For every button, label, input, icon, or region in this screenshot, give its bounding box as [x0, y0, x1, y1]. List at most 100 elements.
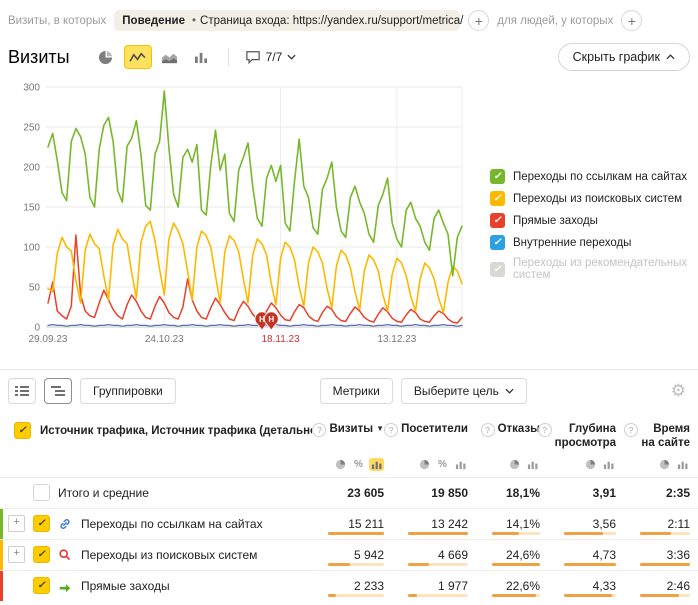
legend-checkbox[interactable]: ✓	[490, 213, 505, 228]
row-checkbox[interactable]: ✓	[33, 577, 50, 594]
table-row-search[interactable]: + ✓ Переходы из поисковых систем 5 942 4…	[0, 539, 698, 570]
segment-chip-category: Поведение	[122, 15, 185, 27]
legend-checkbox[interactable]: ✓	[490, 191, 505, 206]
expand-row-button[interactable]: +	[8, 515, 25, 532]
legend-checkbox[interactable]: ✓	[490, 235, 505, 250]
question-icon[interactable]: ?	[384, 423, 398, 437]
series-line[interactable]	[48, 221, 462, 312]
percent-display-icon[interactable]: %	[435, 458, 450, 471]
groupings-button[interactable]: Группировки	[80, 378, 176, 404]
row-color-stripe	[0, 515, 3, 532]
bars-display-icon[interactable]	[369, 458, 384, 471]
pie-display-icon[interactable]	[657, 458, 672, 471]
chart-type-pie-button[interactable]	[92, 45, 120, 69]
chevron-down-icon	[505, 388, 514, 394]
chart-header: Визиты 7/7 Скрыть график	[0, 35, 698, 73]
legend-item-recommendations[interactable]: ✓ Переходы из рекомендательных систем	[490, 257, 694, 281]
metric-cell: 2:46	[624, 571, 698, 601]
y-tick-label: 0	[34, 323, 40, 334]
metric-cell: 18,1%	[476, 478, 548, 508]
plus-icon: +	[475, 13, 483, 29]
visits-chart-svg[interactable]: 05010015020025030029.09.2324.10.2318.11.…	[6, 77, 476, 349]
y-tick-label: 300	[23, 83, 40, 94]
stacked-area-icon	[161, 51, 178, 64]
segment-chip-separator: •	[192, 15, 196, 27]
expand-row-button[interactable]: +	[8, 546, 25, 563]
question-icon[interactable]: ?	[312, 423, 326, 437]
plus-icon: +	[628, 13, 636, 29]
row-checkbox[interactable]	[33, 484, 50, 501]
metrica-report-page: Визиты, в которых Поведение • Страница в…	[0, 0, 698, 601]
table-row-direct[interactable]: ✓ Прямые заходы 2 233 1 977 22,6% 4,33 2…	[0, 570, 698, 601]
x-tick-label: 29.09.23	[29, 334, 68, 345]
question-icon[interactable]: ?	[538, 423, 552, 437]
pie-display-icon[interactable]	[333, 458, 348, 471]
y-tick-label: 200	[23, 163, 40, 174]
tree-view-icon	[51, 385, 65, 397]
x-tick-label: 13.12.23	[377, 334, 416, 345]
select-all-checkbox[interactable]: ✓	[14, 422, 31, 439]
column-header-visits[interactable]: ? Визиты ▼	[312, 422, 392, 437]
column-header-visitors[interactable]: ? Посетители	[392, 422, 476, 437]
y-tick-label: 50	[29, 283, 41, 294]
segmentation-bar: Визиты, в которых Поведение • Страница в…	[0, 0, 698, 35]
bars-display-icon[interactable]	[525, 458, 540, 471]
legend-checkbox[interactable]: ✓	[490, 169, 505, 184]
legend-item-links[interactable]: ✓ Переходы по ссылкам на сайтах	[490, 169, 694, 184]
question-icon[interactable]: ?	[624, 423, 638, 437]
list-view-button[interactable]	[8, 378, 36, 404]
legend-item-direct[interactable]: ✓ Прямые заходы	[490, 213, 694, 228]
row-color-stripe	[0, 577, 3, 594]
column-header-time[interactable]: ? Время на сайте	[624, 422, 698, 451]
metric-cell: 3:36	[624, 540, 698, 570]
metric-cell: 22,6%	[476, 571, 548, 601]
metric-cell: 19 850	[392, 478, 476, 508]
chart-type-columns-button[interactable]	[188, 45, 216, 69]
svg-text:Н: Н	[268, 315, 274, 324]
column-header-depth[interactable]: ? Глубина просмотра	[548, 422, 624, 451]
table-header: ✓ Источник трафика, Источник трафика (де…	[0, 412, 698, 451]
metric-cell: 23 605	[312, 478, 392, 508]
row-checkbox[interactable]: ✓	[33, 515, 50, 532]
y-tick-label: 100	[23, 243, 40, 254]
metric-cell: 4,73	[548, 540, 624, 570]
goal-select-button[interactable]: Выберите цель	[401, 378, 527, 404]
pie-display-icon[interactable]	[417, 458, 432, 471]
row-checkbox[interactable]: ✓	[33, 546, 50, 563]
metric-cell: 5 942	[312, 540, 392, 570]
comment-bubble-icon	[245, 50, 261, 64]
bars-display-icon[interactable]	[675, 458, 690, 471]
question-icon[interactable]: ?	[481, 423, 495, 437]
pie-display-icon[interactable]	[507, 458, 522, 471]
pie-display-icon[interactable]	[583, 458, 598, 471]
bars-display-icon[interactable]	[453, 458, 468, 471]
bars-display-icon[interactable]	[601, 458, 616, 471]
tree-view-button[interactable]	[44, 378, 72, 404]
chart-type-line-button[interactable]	[124, 45, 152, 69]
row-color-stripe	[0, 546, 3, 563]
segment-chip[interactable]: Поведение • Страница входа: https://yand…	[114, 10, 460, 31]
series-line[interactable]	[48, 325, 462, 327]
hide-chart-button[interactable]: Скрыть график	[558, 43, 690, 71]
metric-cell: 13 242	[392, 509, 476, 539]
sort-desc-icon: ▼	[376, 424, 384, 434]
table-row-totals[interactable]: Итого и средние 23 605 19 850 18,1% 3,91…	[0, 477, 698, 508]
legend-item-internal[interactable]: ✓ Внутренние переходы	[490, 235, 694, 250]
comments-button[interactable]: 7/7	[241, 48, 301, 66]
comments-count: 7/7	[266, 50, 283, 64]
add-visit-condition-button[interactable]: +	[468, 10, 489, 31]
metrics-button[interactable]: Метрики	[320, 378, 393, 404]
chart-type-stacked-area-button[interactable]	[156, 45, 184, 69]
line-chart-icon	[129, 51, 146, 64]
legend-checkbox[interactable]: ✓	[490, 262, 505, 277]
percent-display-icon[interactable]: %	[351, 458, 366, 471]
metric-cell: 2:11	[624, 509, 698, 539]
add-user-condition-button[interactable]: +	[621, 10, 642, 31]
table-row-links[interactable]: + ✓ Переходы по ссылкам на сайтах 15 211…	[0, 508, 698, 539]
metric-cell: 3,91	[548, 478, 624, 508]
visits-chart[interactable]: 05010015020025030029.09.2324.10.2318.11.…	[0, 77, 698, 355]
table-toolbar: Группировки Метрики Выберите цель ⚙	[0, 370, 698, 412]
settings-gear-icon[interactable]: ⚙	[671, 381, 686, 401]
legend-item-search[interactable]: ✓ Переходы из поисковых систем	[490, 191, 694, 206]
metric-cell: 14,1%	[476, 509, 548, 539]
